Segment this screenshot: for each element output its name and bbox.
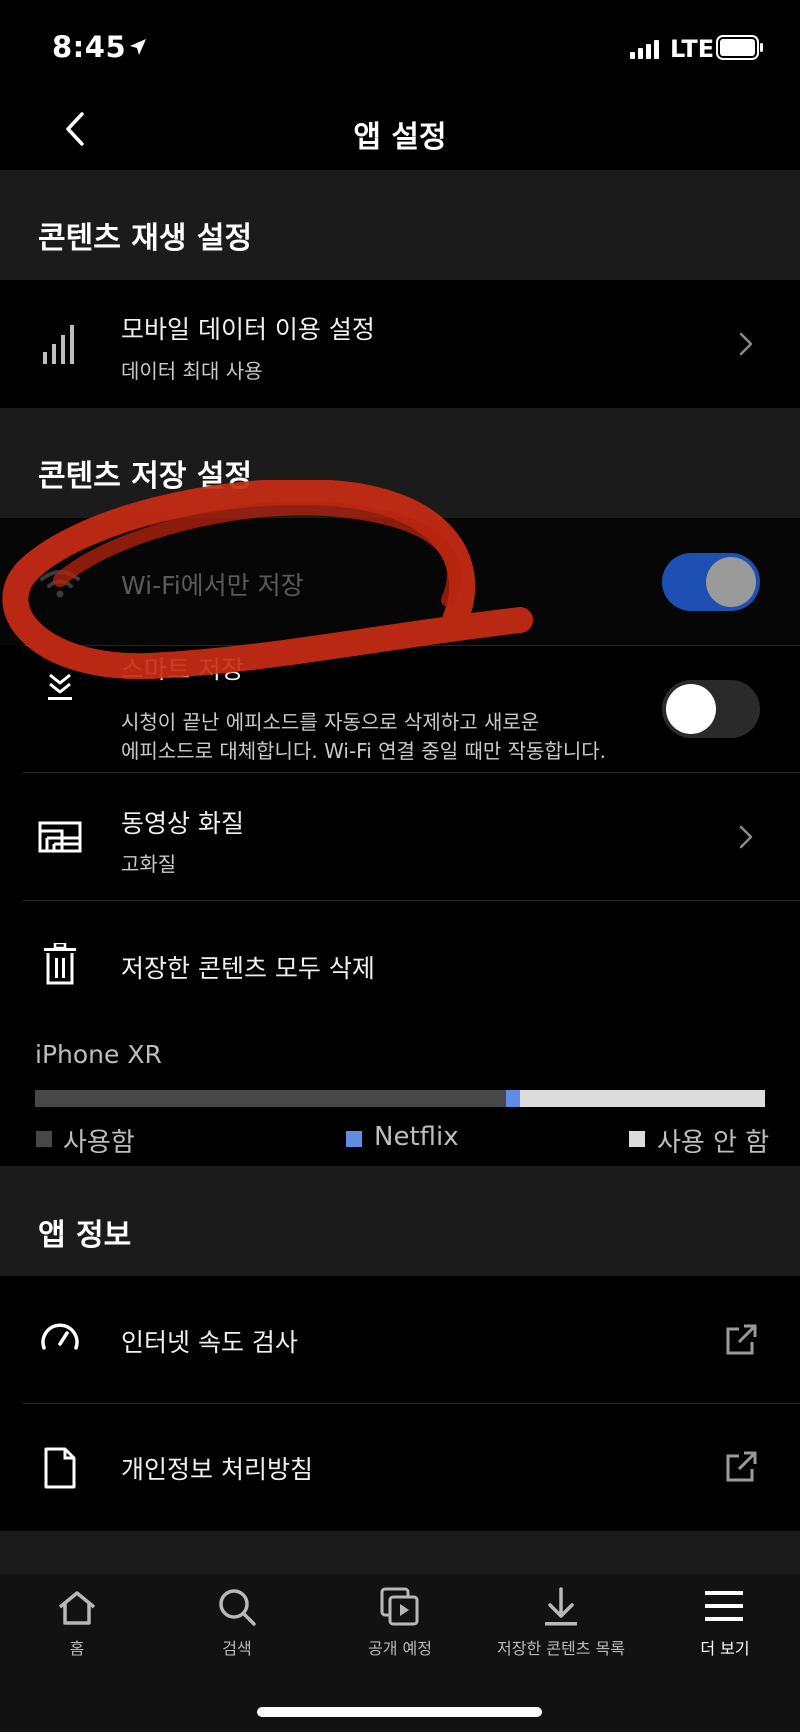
speed-test-title: 인터넷 속도 검사 [121,1328,298,1357]
privacy-title: 개인정보 처리방침 [121,1455,313,1484]
document-icon [44,1447,76,1489]
toggle-knob [706,557,756,607]
legend-netflix: Netflix [374,1122,459,1152]
speedometer-icon [41,1323,79,1350]
smart-downloads-toggle[interactable] [662,680,760,738]
mobile-data-title: 모바일 데이터 이용 설정 [121,315,375,344]
storage-device-label: iPhone XR [35,1040,162,1069]
home-icon [58,1591,96,1625]
signal-bars-icon [43,325,74,364]
carrier-label: LTE [670,35,715,63]
status-time: 8:45 [52,30,127,64]
external-link-icon [726,1451,757,1482]
external-link-icon [726,1324,757,1355]
signal-icon [630,40,659,59]
video-quality-subtitle: 고화질 [121,852,177,876]
legend-swatch-netflix [346,1131,362,1147]
menu-icon [705,1591,743,1621]
storage-bar [35,1090,765,1107]
tab-label-coming-soon: 공개 예정 [368,1639,432,1658]
coming-soon-icon [380,1587,419,1626]
search-icon [219,1589,256,1626]
mobile-data-subtitle: 데이터 최대 사용 [121,359,263,383]
tab-label-search: 검색 [222,1639,252,1658]
home-indicator [257,1707,542,1717]
mobile-data-row[interactable] [0,280,800,408]
section-title-playback: 콘텐츠 재생 설정 [38,221,253,256]
trash-icon [44,943,76,985]
storage-bar-netflix [505,1090,521,1107]
legend-swatch-free [629,1131,645,1147]
smart-downloads-desc-line2: 에피소드로 대체합니다. Wi-Fi 연결 중일 때만 작동합니다. [121,739,606,763]
video-quality-row[interactable] [0,773,800,900]
download-icon [545,1587,577,1626]
legend-swatch-used [36,1131,52,1147]
chevron-right-icon [739,825,753,849]
tab-label-home: 홈 [69,1639,85,1658]
battery-icon [716,35,763,60]
toggle-knob [666,684,716,734]
storage-bar-used [35,1090,506,1107]
wifi-only-toggle[interactable] [662,553,760,611]
legend-free: 사용 안 함 [657,1128,770,1158]
red-annotation-scribble [2,480,533,680]
delete-all-title: 저장한 콘텐츠 모두 삭제 [121,954,375,983]
delete-all-row[interactable] [0,901,800,1027]
section-title-about: 앱 정보 [38,1218,132,1253]
location-arrow-icon [130,39,146,55]
tab-label-downloads: 저장한 콘텐츠 목록 [497,1639,625,1658]
page-title: 앱 설정 [353,120,447,155]
video-quality-icon [38,821,82,853]
bottom-spacer [0,1531,800,1574]
chevron-right-icon [739,332,753,356]
video-quality-title: 동영상 화질 [121,809,244,838]
tab-label-more: 더 보기 [700,1639,750,1658]
privacy-row[interactable] [0,1404,800,1531]
smart-downloads-desc-line1: 시청이 끝난 에피소드를 자동으로 삭제하고 새로운 [121,710,540,734]
legend-used: 사용함 [63,1128,135,1158]
speed-test-row[interactable] [0,1276,800,1403]
